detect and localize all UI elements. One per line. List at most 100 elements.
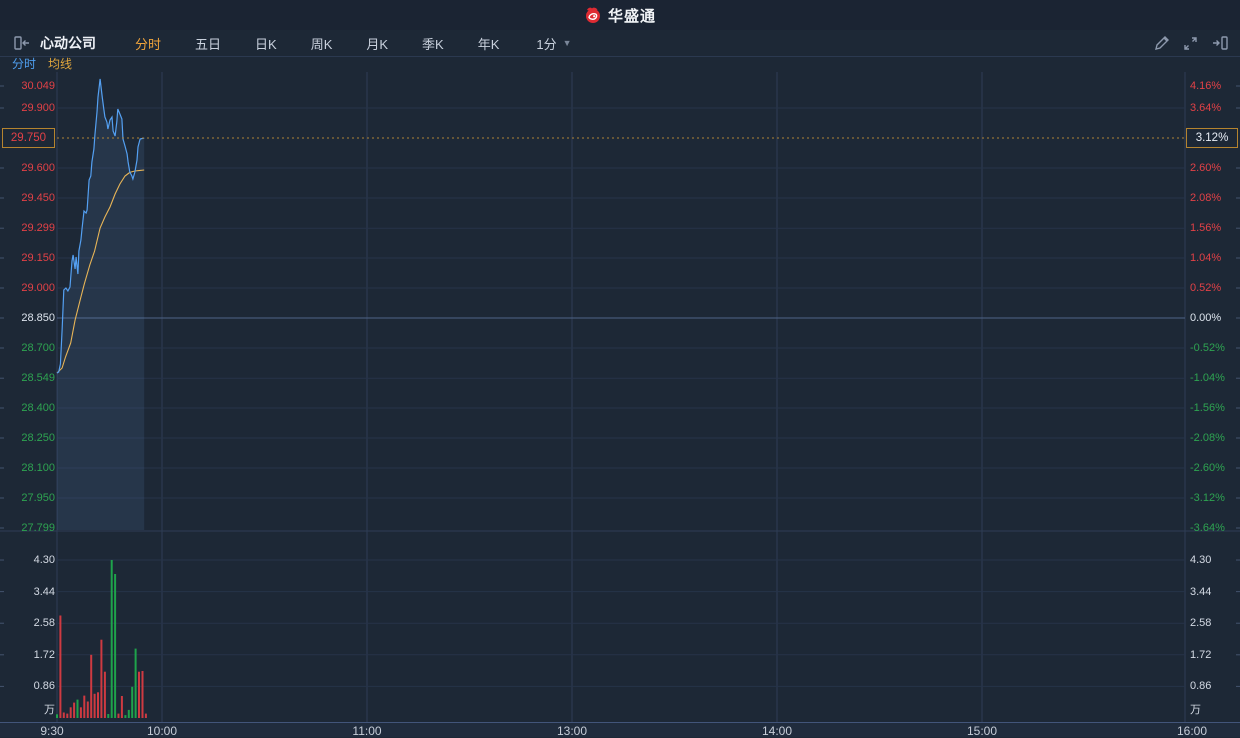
time-tick: 16:00	[1176, 724, 1208, 738]
legend-item-1[interactable]: 均线	[48, 57, 72, 72]
price-tick: 28.400	[21, 402, 55, 414]
intraday-chart-canvas[interactable]	[0, 0, 1240, 722]
interval-selector[interactable]: 1分 ▼	[536, 34, 571, 53]
percent-tick: -2.08%	[1190, 432, 1225, 445]
volume-tick: 3.44	[33, 585, 55, 598]
time-tick: 9:30	[40, 724, 64, 738]
volume-bar	[90, 654, 93, 718]
volume-bar	[110, 560, 113, 718]
volume-bar	[69, 707, 72, 718]
volume-bar	[120, 696, 123, 718]
app-logo-icon	[585, 7, 600, 23]
volume-bar	[86, 701, 89, 718]
price-tick: 28.100	[21, 462, 55, 474]
volume-bar	[107, 714, 110, 718]
volume-bar	[97, 692, 99, 718]
percent-tick: 1.04%	[1190, 251, 1222, 264]
volume-tick: 0.86	[33, 680, 55, 693]
time-tick: 14:00	[761, 724, 793, 738]
price-tick: 27.950	[21, 492, 55, 504]
period-tabs: 分时 五日 日K 周K 月K 季K 年K	[118, 34, 516, 53]
period-tab-0[interactable]: 分时	[135, 34, 161, 53]
percent-tick: -2.60%	[1190, 462, 1225, 475]
volume-tick: 1.72	[33, 648, 55, 661]
stock-name[interactable]: 心动公司	[40, 33, 96, 53]
volume-bar	[103, 671, 106, 718]
volume-bar	[141, 671, 144, 718]
volume-tick: 4.30	[1190, 554, 1212, 567]
chart-toolbar: 心动公司 分时 五日 日K 周K 月K 季K 年K 1分 ▼	[0, 30, 1240, 57]
legend-item-0[interactable]: 分时	[12, 57, 36, 72]
percent-tick: 2.60%	[1190, 161, 1222, 174]
price-tick: 28.700	[21, 342, 55, 354]
chevron-down-icon: ▼	[562, 38, 572, 48]
interval-value: 1分	[536, 36, 557, 52]
volume-bar	[83, 695, 86, 718]
percent-tick: -3.64%	[1190, 522, 1225, 534]
volume-bar	[144, 713, 147, 718]
volume-bar	[131, 686, 134, 718]
price-tick: 29.600	[21, 162, 55, 174]
price-tick: 29.000	[21, 282, 55, 294]
volume-bar	[62, 712, 65, 718]
price-tick: 28.549	[21, 372, 55, 385]
volume-bar	[73, 702, 76, 718]
fullscreen-icon[interactable]	[1183, 36, 1198, 51]
volume-bar	[56, 714, 58, 718]
period-tab-2[interactable]: 日K	[255, 34, 277, 53]
period-tab-1[interactable]: 五日	[195, 34, 221, 53]
percent-tick: 3.64%	[1190, 101, 1222, 114]
percent-tick: 0.00%	[1190, 312, 1222, 324]
price-tick: 28.850	[21, 312, 55, 324]
volume-bar	[124, 715, 127, 718]
period-tab-6[interactable]: 年K	[478, 34, 500, 53]
price-area-fill	[57, 79, 145, 530]
price-tick: 30.049	[21, 80, 55, 92]
volume-bar	[76, 699, 79, 718]
volume-bar	[93, 693, 96, 718]
volume-bar	[59, 615, 62, 718]
percent-tick: 0.52%	[1190, 281, 1222, 294]
time-tick: 15:00	[966, 724, 998, 738]
percent-tick: 2.08%	[1190, 191, 1222, 204]
volume-unit: 万	[44, 704, 55, 716]
volume-tick: 0.86	[1190, 680, 1212, 693]
price-tick: 29.299	[21, 222, 55, 235]
volume-bar	[66, 713, 69, 718]
percent-tick: -1.04%	[1190, 372, 1225, 384]
percent-tick: -3.12%	[1190, 492, 1225, 505]
volume-bar	[100, 639, 103, 718]
time-tick: 10:00	[146, 724, 178, 738]
volume-bar	[127, 709, 130, 718]
series-legend: 分时 均线	[0, 57, 1240, 72]
volume-bar	[117, 713, 120, 718]
current-price-badge: 29.750	[2, 128, 55, 148]
current-change-badge: 3.12%	[1186, 128, 1238, 148]
price-tick: 27.799	[21, 522, 55, 534]
price-tick: 29.900	[21, 102, 55, 114]
collapse-panel-icon[interactable]	[14, 36, 30, 50]
dock-right-icon[interactable]	[1212, 36, 1228, 50]
time-tick: 13:00	[556, 724, 588, 738]
period-tab-4[interactable]: 月K	[366, 34, 388, 53]
volume-bar	[114, 574, 117, 718]
edit-drawing-icon[interactable]	[1154, 35, 1169, 51]
volume-bar	[79, 707, 82, 718]
volume-tick: 2.58	[1190, 617, 1212, 630]
percent-tick: -0.52%	[1190, 342, 1225, 354]
titlebar: 华盛通	[0, 0, 1240, 30]
percent-tick: 1.56%	[1190, 221, 1222, 234]
app-title: 华盛通	[607, 7, 656, 25]
volume-unit: 万	[1190, 704, 1201, 716]
volume-tick: 2.58	[33, 617, 55, 630]
volume-bar	[134, 648, 137, 718]
period-tab-5[interactable]: 季K	[422, 34, 444, 53]
time-tick: 11:00	[352, 724, 382, 738]
price-tick: 29.150	[21, 252, 55, 264]
price-tick: 28.250	[21, 432, 55, 444]
period-tab-3[interactable]: 周K	[311, 34, 333, 53]
volume-tick: 1.72	[1190, 648, 1212, 661]
price-tick: 29.450	[21, 192, 55, 204]
volume-tick: 4.30	[33, 554, 55, 567]
volume-bar	[138, 671, 140, 718]
